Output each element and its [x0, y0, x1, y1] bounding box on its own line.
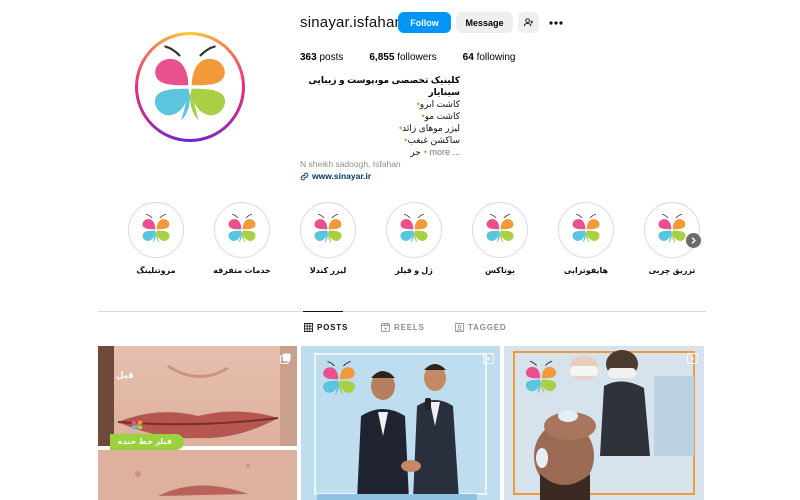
follow-button[interactable]: Follow: [398, 12, 451, 33]
bio-line: ساکشن غبغب•: [404, 135, 460, 145]
clinic-logo-icon: [311, 213, 345, 247]
bio-title: کلینیک تخصصی مو،پوست و زیبایی سینایار: [308, 75, 460, 97]
tab-tagged[interactable]: TAGGED: [455, 323, 506, 332]
posts-count: 363: [300, 52, 317, 63]
clinic-logo-icon: [569, 213, 603, 247]
tabs-divider: [98, 311, 706, 312]
highlight-item[interactable]: لیزر کندلا: [298, 202, 358, 275]
post-type-indicator: [280, 351, 291, 369]
post-type-indicator: [482, 351, 495, 369]
tab-posts[interactable]: POSTS: [304, 323, 348, 332]
post-before-label: قبل: [116, 370, 134, 380]
highlight-label: هایفوتراپی: [563, 266, 609, 275]
bio-location: N sheikh sadoogh, Isfahan: [300, 159, 401, 169]
highlight-cover: [644, 202, 700, 258]
reel-icon: [686, 352, 699, 365]
posts-stat: 363 posts: [300, 52, 343, 63]
tag-icon: [455, 323, 464, 332]
more-options-button[interactable]: [547, 12, 565, 33]
highlight-label: تزریق چربی: [648, 266, 696, 275]
reels-icon: [381, 323, 390, 332]
highlight-item[interactable]: مزوتنلینگ: [126, 202, 186, 275]
bio-line: لیزر موهای زائد•: [398, 123, 460, 133]
highlight-item[interactable]: ژل و فیلر: [384, 202, 444, 275]
followers-stat[interactable]: 6,855 followers: [369, 52, 436, 63]
clinic-logo-icon: [397, 213, 431, 247]
highlight-cover: [386, 202, 442, 258]
active-tab-indicator: [303, 311, 343, 312]
highlight-item[interactable]: خدمات متفرقه: [212, 202, 272, 275]
highlight-label: لیزر کندلا: [309, 266, 347, 275]
highlight-cover: [300, 202, 356, 258]
followers-label: followers: [397, 52, 437, 63]
following-count: 64: [462, 52, 474, 63]
bio-line: کاشت مو•: [421, 111, 460, 121]
story-highlights: مزوتنلینگ خدمات متفرقه لیزر کندلا ژل و ف…: [126, 202, 706, 282]
link-icon: [300, 172, 309, 180]
highlights-next-button[interactable]: [686, 233, 701, 248]
tab-posts-label: POSTS: [317, 323, 349, 332]
bio-website-link[interactable]: www.sinayar.ir: [300, 170, 460, 182]
reel-icon: [482, 352, 495, 365]
post-type-indicator: [686, 351, 699, 369]
chevron-right-icon: [691, 237, 696, 244]
highlight-label: خدمات متفرقه: [213, 266, 271, 275]
post-image: [504, 346, 704, 500]
following-stat[interactable]: 64 following: [463, 52, 516, 63]
highlight-item[interactable]: هایفوتراپی: [556, 202, 616, 275]
highlight-label: بوتاکس: [485, 266, 515, 275]
suggest-users-button[interactable]: [518, 12, 539, 33]
followers-count: 6,855: [369, 52, 395, 63]
highlight-cover: [472, 202, 528, 258]
highlight-cover: [558, 202, 614, 258]
clinic-logo-icon: [146, 43, 234, 131]
profile-bio: کلینیک تخصصی مو،پوست و زیبایی سینایار کا…: [300, 74, 460, 182]
avatar-image: [138, 35, 242, 139]
profile-stats: 363 posts 6,855 followers 64 following: [300, 52, 541, 63]
highlight-cover: [214, 202, 270, 258]
profile-username: sinayar.isfahan: [300, 14, 404, 31]
highlight-label: ژل و فیلر: [395, 266, 433, 275]
post-thumbnail[interactable]: [301, 346, 500, 500]
clinic-logo-icon: [655, 213, 689, 247]
post-image: [301, 346, 500, 500]
tab-reels[interactable]: REELS: [381, 323, 425, 332]
post-thumbnail[interactable]: قبل فیلر خط خنده: [98, 346, 297, 500]
add-user-icon: [523, 18, 534, 27]
carousel-icon: [280, 353, 291, 364]
following-label: following: [476, 52, 516, 63]
bio-more-link[interactable]: ... more: [429, 147, 460, 157]
website-url: www.sinayar.ir: [312, 171, 372, 181]
highlight-cover: [128, 202, 184, 258]
clinic-logo-icon: [139, 213, 173, 247]
tab-reels-label: REELS: [394, 323, 425, 332]
post-thumbnail[interactable]: [504, 346, 704, 500]
tab-tagged-label: TAGGED: [468, 323, 507, 332]
highlight-item[interactable]: بوتاکس: [470, 202, 530, 275]
more-horizontal-icon: [549, 20, 563, 25]
highlight-label: مزوتنلینگ: [136, 266, 176, 275]
profile-avatar[interactable]: [135, 32, 245, 142]
clinic-logo-icon: [483, 213, 517, 247]
post-banner-text: فیلر خط خنده: [118, 437, 172, 446]
clinic-logo-icon: [225, 213, 259, 247]
bio-line: ... more •جر: [410, 147, 460, 157]
message-button[interactable]: Message: [456, 12, 513, 33]
grid-icon: [304, 323, 313, 332]
posts-label: posts: [319, 52, 344, 63]
bio-line: کاشت ابرو•: [416, 99, 460, 109]
